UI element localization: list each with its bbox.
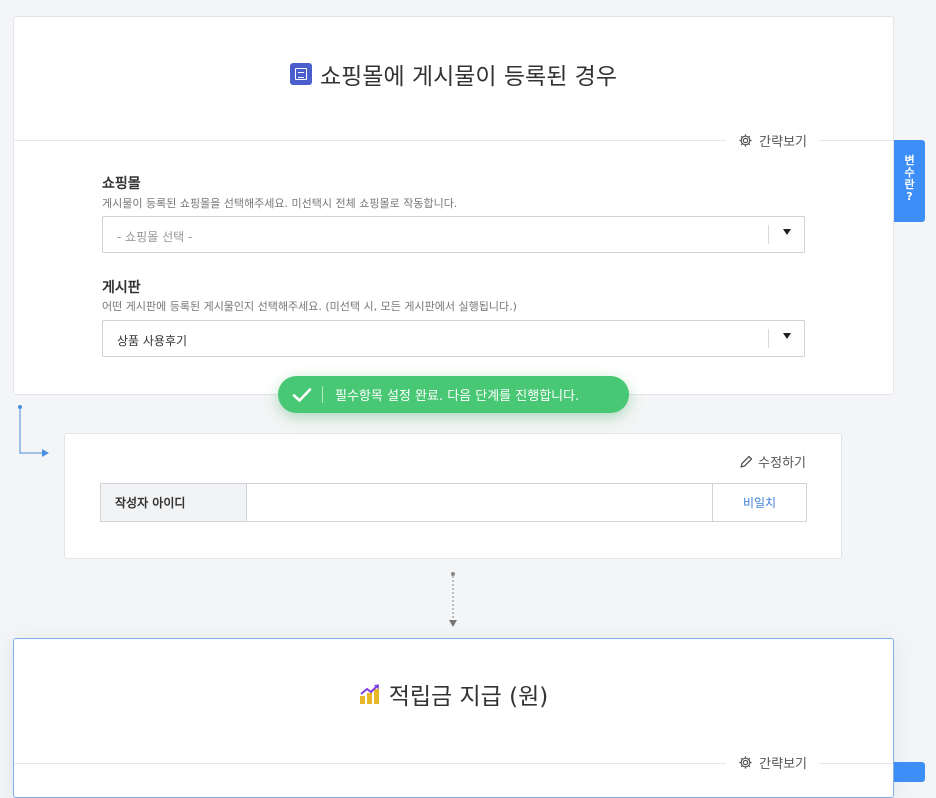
variable-match-button[interactable]: 비일치 — [713, 484, 806, 521]
shop-select[interactable]: - 쇼핑몰 선택 - — [102, 216, 805, 253]
board-select[interactable]: 상품 사용후기 — [102, 320, 805, 357]
simple-view-label: 간략보기 — [759, 757, 807, 772]
pencil-icon — [740, 455, 753, 468]
simple-view-label: 간략보기 — [759, 135, 807, 150]
simple-view-toggle[interactable]: 간략보기 — [726, 753, 819, 772]
shop-field-help: 게시물이 등록된 쇼핑몰을 선택해주세요. 미선택시 전체 쇼핑몰로 작동합니다… — [102, 197, 458, 210]
action-card-title: 적립금 지급 (원) — [388, 684, 549, 710]
toast-separator — [322, 386, 323, 403]
trigger-card-title: 쇼핑몰에 게시물이 등록된 경우 — [319, 64, 617, 90]
toast-message: 필수항목 설정 완료. 다음 단계를 진행합니다. — [335, 389, 580, 404]
chevron-down-icon[interactable] — [783, 333, 791, 339]
step-connector — [449, 572, 457, 627]
variable-help-tab[interactable]: 변 수 란 ? — [894, 140, 925, 222]
variable-value-input[interactable] — [247, 484, 713, 521]
select-separator — [768, 225, 769, 244]
trigger-card-title-row: 쇼핑몰에 게시물이 등록된 경우 — [14, 57, 893, 91]
check-icon — [282, 387, 322, 403]
chevron-down-icon[interactable] — [783, 229, 791, 235]
chart-increasing-icon — [359, 684, 379, 704]
variable-help-tab[interactable] — [894, 762, 925, 782]
branch-connector — [18, 405, 49, 457]
variable-row: 작성자 아이디 비일치 — [100, 483, 807, 522]
gear-icon — [739, 134, 752, 147]
document-icon — [289, 63, 312, 85]
success-toast: 필수항목 설정 완료. 다음 단계를 진행합니다. — [278, 376, 629, 413]
help-tab-char: ? — [906, 190, 913, 203]
board-field-label: 게시판 — [102, 280, 141, 296]
action-card-title-row: 적립금 지급 (원) — [14, 677, 893, 711]
edit-link[interactable]: 수정하기 — [739, 452, 806, 471]
shop-select-placeholder: - 쇼핑몰 선택 - — [117, 230, 193, 244]
select-separator — [768, 329, 769, 348]
trigger-card: 쇼핑몰에 게시물이 등록된 경우 간략보기 쇼핑몰 게시물이 등록된 쇼핑몰을 … — [13, 16, 894, 395]
board-field-help: 어떤 게시판에 등록된 게시물인지 선택해주세요. (미선택 시, 모든 게시판… — [102, 300, 517, 313]
simple-view-toggle[interactable]: 간략보기 — [726, 131, 819, 150]
variable-card: 수정하기 작성자 아이디 비일치 — [64, 433, 842, 559]
shop-field-label: 쇼핑몰 — [102, 176, 141, 192]
board-select-value: 상품 사용후기 — [117, 334, 188, 348]
gear-icon — [739, 756, 752, 769]
variable-key: 작성자 아이디 — [101, 484, 247, 521]
action-card: 적립금 지급 (원) 간략보기 — [13, 638, 894, 798]
edit-label: 수정하기 — [758, 456, 806, 471]
